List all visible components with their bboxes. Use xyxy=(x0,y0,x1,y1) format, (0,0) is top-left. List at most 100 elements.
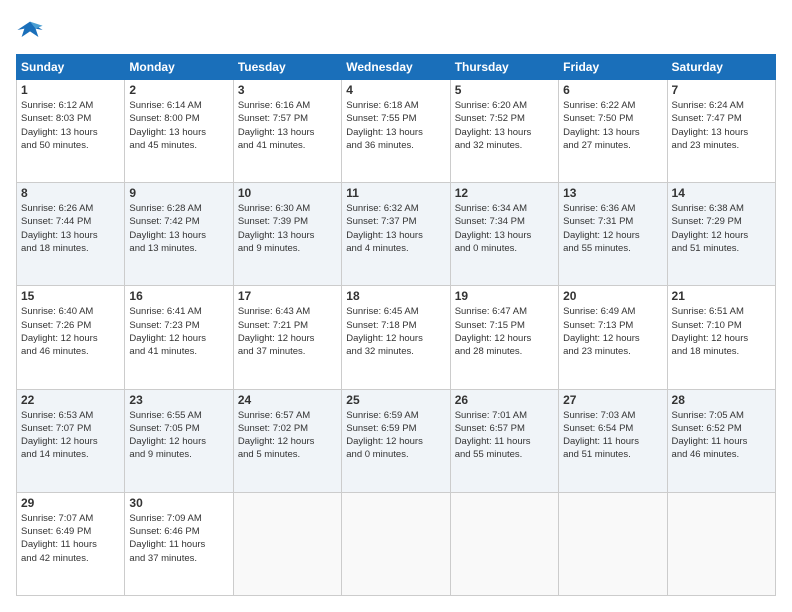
day-info-line: Sunset: 7:52 PM xyxy=(455,113,525,124)
calendar-cell: 25 Sunrise: 6:59 AMSunset: 6:59 PMDayligh… xyxy=(342,389,450,492)
calendar-cell: 20Sunrise: 6:49 AMSunset: 7:13 PMDayligh… xyxy=(559,286,667,389)
day-info-line: Sunrise: 7:09 AM xyxy=(129,513,201,524)
day-info: Sunrise: 6:28 AMSunset: 7:42 PMDaylight:… xyxy=(129,202,228,255)
day-number: 23 xyxy=(129,393,228,407)
day-info-line: Sunset: 7:18 PM xyxy=(346,320,416,331)
day-info-line: and 55 minutes. xyxy=(563,243,631,254)
day-info-line: Sunrise: 6:51 AM xyxy=(672,306,744,317)
day-info-line: Sunset: 7:57 PM xyxy=(238,113,308,124)
day-info: Sunrise: 6:36 AMSunset: 7:31 PMDaylight:… xyxy=(563,202,662,255)
day-info-line: and 41 minutes. xyxy=(238,140,306,151)
day-number: 17 xyxy=(238,289,337,303)
day-info: Sunrise: 6:43 AMSunset: 7:21 PMDaylight:… xyxy=(238,305,337,358)
day-info-line: Daylight: 13 hours xyxy=(238,230,315,241)
calendar-week-1: 1Sunrise: 6:12 AMSunset: 8:03 PMDaylight… xyxy=(17,80,776,183)
day-info-line: Sunrise: 6:38 AM xyxy=(672,203,744,214)
day-info: Sunrise: 6:53 AMSunset: 7:07 PMDaylight:… xyxy=(21,409,120,462)
day-info-line: Sunrise: 6:32 AM xyxy=(346,203,418,214)
day-info-line: Sunset: 7:44 PM xyxy=(21,216,91,227)
calendar-cell: 7Sunrise: 6:24 AMSunset: 7:47 PMDaylight… xyxy=(667,80,775,183)
day-info-line: Sunrise: 6:47 AM xyxy=(455,306,527,317)
day-info: Sunrise: 6:59 AMSunset: 6:59 PMDaylight:… xyxy=(346,409,445,462)
day-info-line: Daylight: 13 hours xyxy=(346,230,423,241)
day-info-line: Daylight: 12 hours xyxy=(129,333,206,344)
day-info-line: Daylight: 13 hours xyxy=(238,127,315,138)
weekday-header-monday: Monday xyxy=(125,55,233,80)
day-info: Sunrise: 6:14 AMSunset: 8:00 PMDaylight:… xyxy=(129,99,228,152)
day-info-line: Sunrise: 6:30 AM xyxy=(238,203,310,214)
day-info-line: Daylight: 13 hours xyxy=(346,127,423,138)
day-number: 13 xyxy=(563,186,662,200)
day-info-line: and 32 minutes. xyxy=(346,346,414,357)
day-info-line: Daylight: 12 hours xyxy=(238,333,315,344)
calendar-cell: 30Sunrise: 7:09 AMSunset: 6:46 PMDayligh… xyxy=(125,492,233,595)
calendar-cell: 27Sunrise: 7:03 AMSunset: 6:54 PMDayligh… xyxy=(559,389,667,492)
day-info-line: and 9 minutes. xyxy=(129,449,191,460)
day-number: 29 xyxy=(21,496,120,510)
day-info-line: Sunset: 6:57 PM xyxy=(455,423,525,434)
logo-icon xyxy=(16,16,44,44)
day-info: Sunrise: 7:05 AMSunset: 6:52 PMDaylight:… xyxy=(672,409,771,462)
calendar-cell: 10Sunrise: 6:30 AMSunset: 7:39 PMDayligh… xyxy=(233,183,341,286)
calendar-cell xyxy=(450,492,558,595)
day-number: 14 xyxy=(672,186,771,200)
day-info: Sunrise: 6:30 AMSunset: 7:39 PMDaylight:… xyxy=(238,202,337,255)
calendar-week-5: 29Sunrise: 7:07 AMSunset: 6:49 PMDayligh… xyxy=(17,492,776,595)
day-number: 19 xyxy=(455,289,554,303)
day-info-line: Sunset: 8:03 PM xyxy=(21,113,91,124)
day-info: Sunrise: 6:45 AMSunset: 7:18 PMDaylight:… xyxy=(346,305,445,358)
day-info-line: Sunset: 7:05 PM xyxy=(129,423,199,434)
day-info: Sunrise: 6:57 AMSunset: 7:02 PMDaylight:… xyxy=(238,409,337,462)
day-info-line: Sunset: 7:47 PM xyxy=(672,113,742,124)
day-info-line: Sunrise: 6:49 AM xyxy=(563,306,635,317)
day-number: 6 xyxy=(563,83,662,97)
day-info: Sunrise: 6:41 AMSunset: 7:23 PMDaylight:… xyxy=(129,305,228,358)
day-info: Sunrise: 7:03 AMSunset: 6:54 PMDaylight:… xyxy=(563,409,662,462)
day-info: Sunrise: 6:49 AMSunset: 7:13 PMDaylight:… xyxy=(563,305,662,358)
day-info-line: and 51 minutes. xyxy=(563,449,631,460)
calendar-cell: 15Sunrise: 6:40 AMSunset: 7:26 PMDayligh… xyxy=(17,286,125,389)
day-info: Sunrise: 6:18 AMSunset: 7:55 PMDaylight:… xyxy=(346,99,445,152)
day-info: Sunrise: 6:20 AMSunset: 7:52 PMDaylight:… xyxy=(455,99,554,152)
day-info-line: and 46 minutes. xyxy=(21,346,89,357)
day-number: 1 xyxy=(21,83,120,97)
day-number: 25 xyxy=(346,393,445,407)
day-info-line: and 36 minutes. xyxy=(346,140,414,151)
day-info-line: and 51 minutes. xyxy=(672,243,740,254)
day-info: Sunrise: 6:22 AMSunset: 7:50 PMDaylight:… xyxy=(563,99,662,152)
weekday-header-wednesday: Wednesday xyxy=(342,55,450,80)
day-info-line: Daylight: 11 hours xyxy=(563,436,639,447)
day-info-line: Sunrise: 6:43 AM xyxy=(238,306,310,317)
day-info-line: Sunrise: 6:36 AM xyxy=(563,203,635,214)
day-info-line: Daylight: 12 hours xyxy=(346,333,423,344)
day-info-line: Sunset: 6:59 PM xyxy=(346,423,416,434)
day-number: 11 xyxy=(346,186,445,200)
calendar-cell xyxy=(667,492,775,595)
day-info-line: and 45 minutes. xyxy=(129,140,197,151)
weekday-header-row: SundayMondayTuesdayWednesdayThursdayFrid… xyxy=(17,55,776,80)
calendar-cell: 17 Sunrise: 6:43 AMSunset: 7:21 PMDayligh… xyxy=(233,286,341,389)
day-info-line: Sunrise: 6:24 AM xyxy=(672,100,744,111)
day-info-line: and 23 minutes. xyxy=(563,346,631,357)
day-number: 4 xyxy=(346,83,445,97)
weekday-header-thursday: Thursday xyxy=(450,55,558,80)
day-number: 28 xyxy=(672,393,771,407)
calendar-cell: 14Sunrise: 6:38 AMSunset: 7:29 PMDayligh… xyxy=(667,183,775,286)
day-info-line: Sunrise: 6:22 AM xyxy=(563,100,635,111)
day-number: 7 xyxy=(672,83,771,97)
day-info-line: Sunrise: 6:18 AM xyxy=(346,100,418,111)
day-number: 5 xyxy=(455,83,554,97)
day-info-line: Sunrise: 6:57 AM xyxy=(238,410,310,421)
logo xyxy=(16,16,48,44)
calendar-cell: 16Sunrise: 6:41 AMSunset: 7:23 PMDayligh… xyxy=(125,286,233,389)
day-info-line: and 42 minutes. xyxy=(21,553,89,564)
day-info-line: Sunset: 7:26 PM xyxy=(21,320,91,331)
calendar-cell: 26Sunrise: 7:01 AMSunset: 6:57 PMDayligh… xyxy=(450,389,558,492)
day-info: Sunrise: 6:32 AMSunset: 7:37 PMDaylight:… xyxy=(346,202,445,255)
day-info-line: and 37 minutes. xyxy=(129,553,197,564)
day-info: Sunrise: 7:01 AMSunset: 6:57 PMDaylight:… xyxy=(455,409,554,462)
day-info-line: and 37 minutes. xyxy=(238,346,306,357)
day-info-line: and 41 minutes. xyxy=(129,346,197,357)
calendar-cell: 23Sunrise: 6:55 AMSunset: 7:05 PMDayligh… xyxy=(125,389,233,492)
day-info-line: and 50 minutes. xyxy=(21,140,89,151)
